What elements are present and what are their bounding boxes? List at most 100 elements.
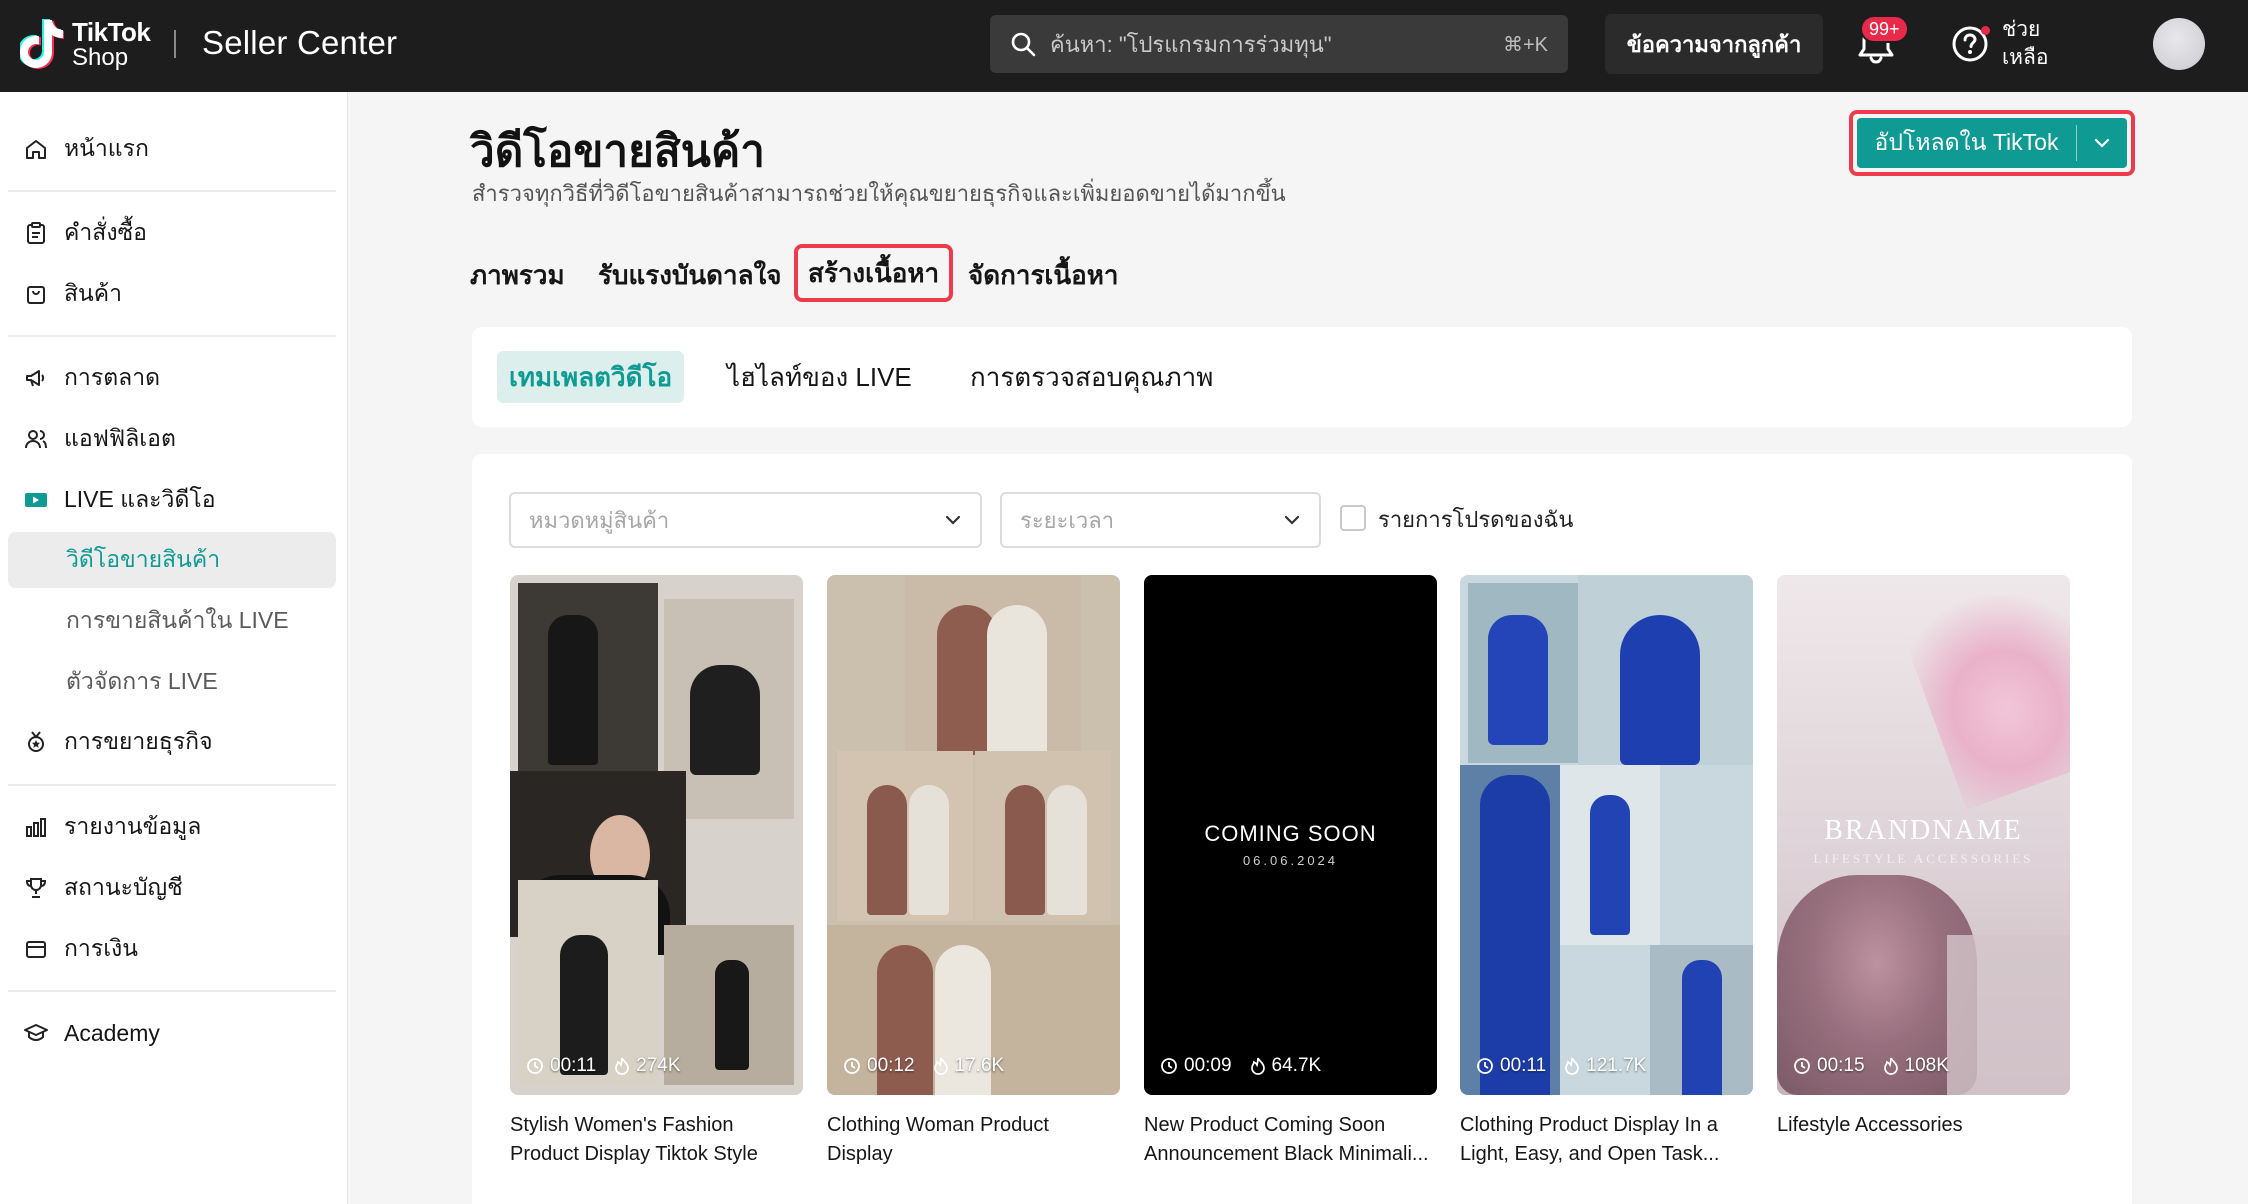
template-uses: 274K (636, 1055, 681, 1076)
chevron-down-icon (945, 515, 961, 525)
template-title[interactable]: Clothing Woman Product Display (827, 1111, 1120, 1169)
sidebar-item-products[interactable]: สินค้า (8, 266, 336, 322)
sidebar-item-finance[interactable]: การเงิน (8, 921, 336, 977)
search-shortcut: ⌘+K (1502, 33, 1548, 56)
tab-overview[interactable]: ภาพรวม (470, 250, 565, 300)
template-stats: 00:11 121.7K (1476, 1055, 1664, 1077)
subtab-quality-check[interactable]: การตรวจสอบคุณภาพ (958, 351, 1225, 403)
sidebar-item-label: การขายสินค้าใน LIVE (66, 607, 289, 633)
sidebar-item-label: การตลาด (64, 364, 161, 390)
template-stats: 00:15 108K (1793, 1055, 1967, 1077)
template-card[interactable]: 00:11 274K Stylish Women's Fashion Produ… (510, 575, 803, 1169)
overlay-title: BRANDNAME (1824, 815, 2023, 846)
figure-shape (867, 785, 907, 915)
figure-shape (715, 960, 749, 1070)
tab-manage-content[interactable]: จัดการเนื้อหา (968, 250, 1118, 300)
upload-to-tiktok-button[interactable]: อัปโหลดใน TikTok (1857, 118, 2127, 168)
overlay-title: COMING SOON (1204, 821, 1377, 846)
duration-placeholder: ระยะเวลา (1020, 507, 1115, 533)
flame-icon (1250, 1057, 1265, 1075)
help-button[interactable]: ช่วยเหลือ (1950, 16, 2062, 72)
category-placeholder: หมวดหมู่สินค้า (529, 507, 670, 533)
template-card[interactable]: 00:12 17.6K Clothing Woman Product Displ… (827, 575, 1120, 1169)
template-card[interactable]: BRANDNAME LIFESTYLE ACCESSORIES 00:15 10… (1777, 575, 2070, 1169)
figure-shape (560, 935, 608, 1075)
video-icon (22, 486, 50, 514)
template-card[interactable]: COMING SOON 06.06.2024 00:09 64.7K New P… (1144, 575, 1437, 1169)
template-uses: 17.6K (954, 1055, 1005, 1076)
tab-create-content[interactable]: สร้างเนื้อหา (794, 244, 954, 302)
figure-shape (987, 605, 1047, 755)
flame-icon (933, 1057, 948, 1075)
template-title[interactable]: Lifestyle Accessories (1777, 1111, 2070, 1169)
tiktok-shop-logo[interactable]: TikTok Shop (18, 16, 151, 72)
sidebar-item-label: แอฟฟิลิเอต (64, 425, 176, 451)
figure-shape (1005, 785, 1045, 915)
figure-shape (1488, 615, 1548, 745)
template-stats: 00:12 17.6K (843, 1055, 1022, 1077)
chevron-down-icon[interactable] (2077, 137, 2127, 149)
help-label: ช่วยเหลือ (2002, 18, 2049, 69)
sidebar-item-reports[interactable]: รายงานข้อมูล (8, 799, 336, 855)
template-uses: 64.7K (1271, 1055, 1322, 1076)
clipboard-icon (22, 219, 50, 247)
category-select[interactable]: หมวดหมู่สินค้า (509, 492, 982, 548)
sidebar-item-home[interactable]: หน้าแรก (8, 121, 336, 177)
duration-select[interactable]: ระยะเวลา (1000, 492, 1321, 548)
template-thumbnail[interactable]: 00:12 17.6K (827, 575, 1120, 1095)
favorites-checkbox[interactable] (1340, 505, 1366, 531)
upload-highlight: อัปโหลดใน TikTok (1849, 110, 2135, 176)
sidebar-item-label: สินค้า (64, 280, 123, 306)
tiktok-logo-icon (18, 18, 65, 70)
clock-icon (1477, 1058, 1493, 1074)
rocket-icon (22, 728, 50, 756)
flame-icon (615, 1057, 629, 1075)
sidebar-item-label: คำสั่งซื้อ (64, 219, 147, 245)
subtab-live-highlights[interactable]: ไฮไลท์ของ LIVE (715, 351, 924, 403)
sidebar-item-live-manager[interactable]: ตัวจัดการ LIVE (8, 654, 336, 710)
sidebar-item-orders[interactable]: คำสั่งซื้อ (8, 205, 336, 261)
template-duration: 00:11 (550, 1055, 597, 1076)
avatar[interactable] (2153, 18, 2205, 70)
figure-shape (1047, 785, 1087, 915)
figure-shape (1682, 960, 1722, 1095)
sidebar-item-marketing[interactable]: การตลาด (8, 350, 336, 406)
trophy-icon (22, 874, 50, 902)
template-title[interactable]: Clothing Product Display In a Light, Eas… (1460, 1111, 1753, 1169)
tab-inspiration[interactable]: รับแรงบันดาลใจ (598, 250, 782, 300)
figure-shape (1480, 775, 1550, 1095)
sidebar-item-growth[interactable]: การขยายธุรกิจ (8, 714, 336, 770)
favorites-label[interactable]: รายการโปรดของฉัน (1378, 502, 1573, 537)
template-duration: 00:11 (1500, 1055, 1547, 1076)
template-thumbnail[interactable]: 00:11 274K (510, 575, 803, 1095)
template-title[interactable]: New Product Coming Soon Announcement Bla… (1144, 1111, 1437, 1169)
search-placeholder: ค้นหา: "โปรแกรมการร่วมทุน" (1050, 31, 1332, 57)
app-title: Seller Center (202, 24, 398, 61)
search-icon (1011, 32, 1036, 57)
sidebar-divider (8, 784, 336, 786)
clock-icon (844, 1058, 860, 1074)
template-uses: 121.7K (1586, 1055, 1647, 1076)
template-duration: 00:15 (1817, 1055, 1865, 1076)
template-thumbnail[interactable]: 00:11 121.7K (1460, 575, 1753, 1095)
subtab-video-templates[interactable]: เทมเพลตวิดีโอ (497, 351, 685, 403)
flame-icon (1565, 1057, 1579, 1075)
bag-icon (22, 280, 50, 308)
sidebar-item-live-selling[interactable]: การขายสินค้าใน LIVE (8, 593, 336, 649)
sidebar-item-affiliate[interactable]: แอฟฟิลิเอต (8, 411, 336, 467)
template-thumbnail[interactable]: BRANDNAME LIFESTYLE ACCESSORIES 00:15 10… (1777, 575, 2070, 1095)
template-thumbnail[interactable]: COMING SOON 06.06.2024 00:09 64.7K (1144, 575, 1437, 1095)
sidebar-item-academy[interactable]: Academy (8, 1005, 336, 1061)
template-title[interactable]: Stylish Women's Fashion Product Display … (510, 1111, 803, 1169)
search-bar[interactable]: ค้นหา: "โปรแกรมการร่วมทุน" ⌘+K (990, 15, 1568, 73)
customer-messages-button[interactable]: ข้อความจากลูกค้า (1605, 14, 1823, 74)
brand-divider (174, 30, 176, 58)
figure-shape (548, 615, 598, 765)
sidebar-item-label: วิดีโอขายสินค้า (66, 546, 221, 572)
help-notification-dot (1981, 26, 1990, 35)
sidebar-item-live-video[interactable]: LIVE และวิดีโอ (8, 472, 336, 528)
template-card[interactable]: 00:11 121.7K Clothing Product Display In… (1460, 575, 1753, 1169)
sidebar-item-shoppable-video[interactable]: วิดีโอขายสินค้า (8, 532, 336, 588)
figure-shape (690, 665, 760, 775)
sidebar-item-account-status[interactable]: สถานะบัญชี (8, 860, 336, 916)
